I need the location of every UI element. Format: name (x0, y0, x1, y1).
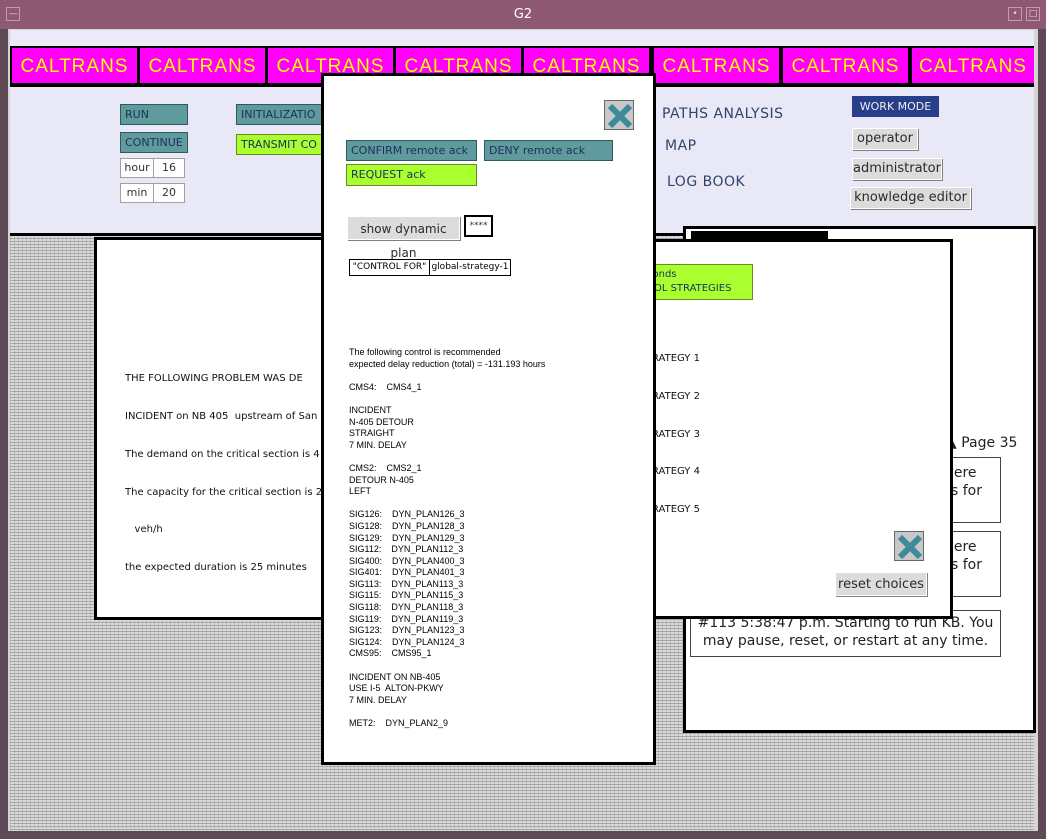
min-field[interactable]: 20 (153, 183, 185, 203)
minimize-button[interactable]: • (1008, 7, 1022, 21)
min-label: min (120, 183, 154, 203)
password-field[interactable]: **** (464, 215, 493, 237)
reset-choices-button[interactable]: reset choices (835, 572, 927, 596)
problem-line: veh/h (125, 524, 163, 536)
problem-line: The capacity for the critical section is… (125, 486, 323, 498)
strategies-header: conds ROL STRATEGIES (640, 264, 753, 300)
strategy-item[interactable]: RATEGY 3 (652, 429, 700, 440)
maximize-button[interactable]: □ (1026, 7, 1040, 21)
strategies-header-line: ROL STRATEGIES (647, 283, 732, 294)
strategy-item[interactable]: RATEGY 4 (652, 466, 700, 477)
request-ack-button[interactable]: REQUEST ack (346, 164, 477, 186)
banner-cell: CALTRANS (12, 48, 137, 83)
continue-button[interactable]: CONTINUE (120, 132, 188, 153)
deny-remote-ack-button[interactable]: DENY remote ack (484, 140, 613, 161)
strategy-item[interactable]: RATEGY 1 (652, 353, 700, 364)
window-titlebar[interactable]: G2 (0, 0, 1046, 29)
show-dynamic-plan-button[interactable]: show dynamic plan (347, 216, 460, 260)
banner-cell: CALTRANS (912, 48, 1034, 83)
message-text: may pause, reset, or restart at any time… (702, 633, 989, 649)
banner-cell: CALTRANS (783, 48, 908, 83)
strategies-window: conds ROL STRATEGIES RATEGY 1 RATEGY 2 R… (640, 239, 953, 619)
page-label: Page 35 (961, 435, 1018, 451)
problem-line: the expected duration is 25 minutes (125, 562, 307, 574)
hour-label: hour (120, 158, 154, 178)
strategy-item[interactable]: RATEGY 2 (652, 391, 700, 402)
control-for-label: "CONTROL FOR" (349, 259, 430, 276)
work-mode-label: WORK MODE (852, 96, 939, 117)
problem-line: The demand on the critical section is 4 (125, 448, 320, 460)
paths-analysis-link[interactable]: PATHS ANALYSIS (662, 106, 783, 122)
strategy-item[interactable]: RATEGY 5 (652, 504, 700, 515)
close-icon[interactable] (604, 100, 634, 130)
close-icon[interactable] (894, 531, 924, 561)
control-window: CONFIRM remote ack DENY remote ack REQUE… (321, 73, 656, 765)
page-indicator: ▲ Page 35 (946, 435, 1017, 451)
top-strip (10, 30, 1034, 48)
strategies-header-line: conds (647, 269, 677, 280)
window-menu-button[interactable]: — (6, 7, 20, 21)
confirm-remote-ack-button[interactable]: CONFIRM remote ack (346, 140, 477, 161)
knowledge-editor-button[interactable]: knowledge editor (850, 187, 971, 209)
run-button[interactable]: RUN (120, 104, 188, 125)
problem-line: THE FOLLOWING PROBLEM WAS DE (125, 373, 303, 385)
control-for-value: global-strategy-1 (429, 259, 511, 276)
administrator-button[interactable]: administrator (852, 158, 942, 180)
hour-field[interactable]: 16 (153, 158, 185, 178)
banner-cell: CALTRANS (654, 48, 779, 83)
transmit-button[interactable]: TRANSMIT CO (236, 134, 328, 155)
problem-line: INCIDENT on NB 405 upstream of San (125, 410, 318, 422)
problem-description: THE FOLLOWING PROBLEM WAS DE INCIDENT on… (125, 348, 322, 600)
window-title: G2 (513, 7, 533, 22)
log-book-link[interactable]: LOG BOOK (667, 174, 745, 190)
control-recommendation-text: The following control is recommended exp… (349, 347, 546, 728)
operator-button[interactable]: operator (852, 128, 918, 150)
initialization-button[interactable]: INITIALIZATIO (236, 104, 328, 125)
problem-window: THE FOLLOWING PROBLEM WAS DE INCIDENT on… (94, 237, 332, 620)
map-link[interactable]: MAP (665, 138, 697, 154)
banner-cell: CALTRANS (140, 48, 265, 83)
